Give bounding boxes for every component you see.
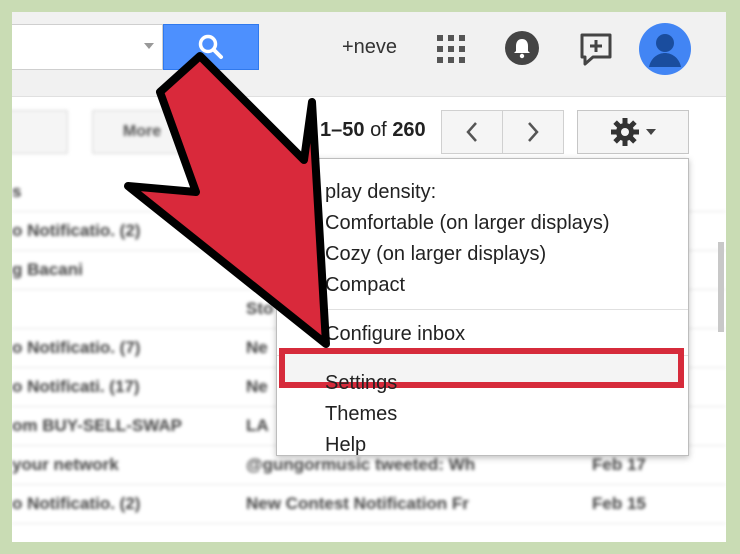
search-button[interactable]: [163, 24, 259, 70]
row-subject: Sto: [246, 299, 274, 318]
share-plus-icon[interactable]: [579, 32, 613, 66]
row-sender: o Notificati. (17): [12, 377, 140, 396]
scrollbar[interactable]: [718, 242, 724, 332]
row-sender: om BUY-SELL-SWAP: [12, 416, 183, 435]
menu-item-comfortable[interactable]: Comfortable (on larger displays): [325, 212, 610, 235]
menu-item-compact[interactable]: Compact: [325, 274, 405, 297]
caret-down-icon: [646, 129, 656, 135]
row-sender: o Notificatio. (7): [12, 338, 141, 357]
search-input[interactable]: [12, 24, 163, 70]
menu-divider: [277, 309, 688, 310]
row-sender: g Bacani: [12, 260, 83, 279]
menu-item-cozy[interactable]: Cozy (on larger displays): [325, 243, 546, 266]
row-sender: o Notificatio. (2): [12, 494, 141, 513]
menu-item-help[interactable]: Help: [325, 434, 366, 457]
table-row[interactable]: o Notificatio. (2) New Contest Notificat…: [12, 484, 726, 524]
user-profile-link[interactable]: +neve: [342, 36, 397, 59]
notifications-bell-icon[interactable]: [504, 30, 540, 66]
row-subject: New Contest Notification Fr: [246, 494, 469, 513]
settings-gear-button[interactable]: [577, 110, 689, 154]
pager-range: 1–50: [320, 119, 365, 141]
avatar-icon[interactable]: [639, 23, 691, 75]
pager-total: 260: [392, 119, 426, 141]
row-subject: @gungormusic tweeted: Wh: [246, 455, 476, 474]
top-header: +neve: [12, 12, 726, 97]
pagination-text: 1–50 of 260: [320, 119, 426, 142]
row-date: Feb 15: [592, 494, 646, 513]
menu-item-themes[interactable]: Themes: [325, 403, 397, 426]
newer-button[interactable]: [441, 110, 503, 154]
row-subject: LA: [246, 416, 269, 435]
search-icon: [198, 34, 223, 59]
search-options-caret-icon[interactable]: [144, 43, 154, 49]
gear-icon: [611, 118, 639, 146]
settings-dropdown-menu: play density: Comfortable (on larger dis…: [276, 158, 689, 456]
menu-item-settings[interactable]: Settings: [325, 372, 397, 395]
row-sender: your network: [12, 455, 119, 474]
row-subject: Ne: [246, 377, 268, 396]
more-label: More: [122, 123, 162, 140]
gmail-window: +neve More 1–50 of 260 s o Notificatio. …: [12, 12, 726, 542]
row-subject: Ne: [246, 338, 268, 357]
chevron-left-icon: [466, 122, 477, 142]
menu-item-configure-inbox[interactable]: Configure inbox: [325, 323, 465, 346]
apps-grid-icon[interactable]: [437, 35, 465, 63]
chevron-right-icon: [528, 122, 539, 142]
display-density-label: play density:: [325, 181, 437, 203]
more-button[interactable]: More: [92, 110, 192, 154]
older-button[interactable]: [502, 110, 564, 154]
row-sender: s: [12, 182, 22, 201]
row-sender: o Notificatio. (2): [12, 221, 141, 240]
row-date: Feb 17: [592, 455, 646, 474]
pager-of: of: [370, 119, 387, 141]
toolbar-left-button[interactable]: [12, 110, 68, 154]
